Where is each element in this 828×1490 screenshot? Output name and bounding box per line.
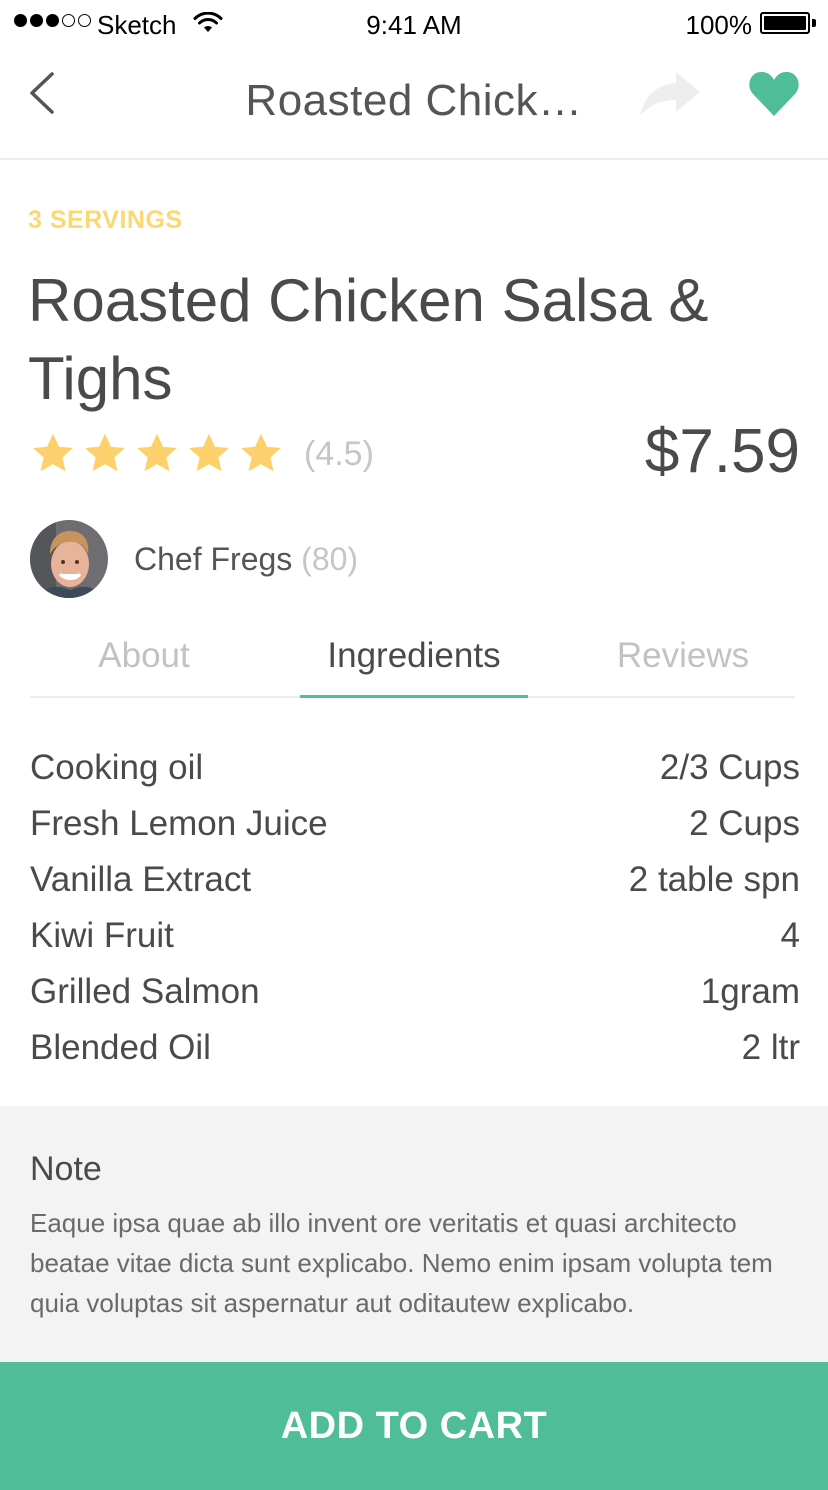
star-icon xyxy=(189,433,229,472)
list-item: Blended Oil 2 ltr xyxy=(30,1020,800,1076)
rating-stars xyxy=(30,431,290,477)
ingredient-name: Blended Oil xyxy=(30,1028,211,1067)
ingredient-quantity: 2 table spn xyxy=(628,860,800,899)
price: $7.59 xyxy=(644,417,800,486)
star-icon xyxy=(241,433,281,472)
chef-info[interactable]: Chef Fregs (80) xyxy=(30,520,358,598)
ingredient-name: Vanilla Extract xyxy=(30,860,252,899)
share-arrow-icon[interactable] xyxy=(638,70,702,118)
rating-value: (4.5) xyxy=(304,434,374,473)
rating: (4.5) xyxy=(30,430,374,478)
tab-bar: About Ingredients Reviews xyxy=(30,620,795,698)
heart-icon[interactable] xyxy=(748,70,800,118)
add-to-cart-button[interactable]: ADD TO CART xyxy=(0,1362,828,1490)
note-heading: Note xyxy=(30,1150,102,1188)
recipe-title: Roasted Chicken Salsa & Tighs xyxy=(28,267,709,412)
ingredient-name: Kiwi Fruit xyxy=(30,916,174,955)
ingredient-name: Cooking oil xyxy=(30,748,204,787)
status-bar: Sketch 9:41 AM 100% xyxy=(0,0,828,50)
note-section: Note Eaque ipsa quae ab illo invent ore … xyxy=(0,1106,828,1362)
nav-title: Roasted Chick… xyxy=(245,76,583,125)
tab-reviews[interactable]: Reviews xyxy=(568,636,798,676)
ingredients-list: Cooking oil 2/3 Cups Fresh Lemon Juice 2… xyxy=(30,740,800,1076)
star-icon xyxy=(85,433,125,472)
ingredient-quantity: 2 ltr xyxy=(741,1028,800,1067)
list-item: Grilled Salmon 1gram xyxy=(30,964,800,1020)
list-item: Kiwi Fruit 4 xyxy=(30,908,800,964)
ingredient-name: Fresh Lemon Juice xyxy=(30,804,328,843)
chef-name: Chef Fregs xyxy=(134,540,293,577)
list-item: Fresh Lemon Juice 2 Cups xyxy=(30,796,800,852)
navigation-bar: Roasted Chick… xyxy=(0,50,828,160)
star-icon xyxy=(137,433,177,472)
ingredient-quantity: 2 Cups xyxy=(689,804,800,843)
ingredient-name: Grilled Salmon xyxy=(30,972,260,1011)
avatar xyxy=(30,520,108,598)
battery-icon xyxy=(760,12,816,34)
ingredient-quantity: 2/3 Cups xyxy=(659,748,800,787)
battery-percentage: 100% xyxy=(685,10,753,40)
tab-about[interactable]: About xyxy=(30,636,258,676)
chef-recipe-count: (80) xyxy=(301,540,359,577)
star-icon xyxy=(33,433,73,472)
list-item: Cooking oil 2/3 Cups xyxy=(30,740,800,796)
servings-label: 3 SERVINGS xyxy=(28,206,183,234)
ingredient-quantity: 4 xyxy=(780,916,800,955)
tab-ingredients[interactable]: Ingredients xyxy=(300,636,528,698)
ingredient-quantity: 1gram xyxy=(700,972,800,1011)
list-item: Vanilla Extract 2 table spn xyxy=(30,852,800,908)
note-body: Eaque ipsa quae ab illo invent ore verit… xyxy=(30,1208,773,1318)
